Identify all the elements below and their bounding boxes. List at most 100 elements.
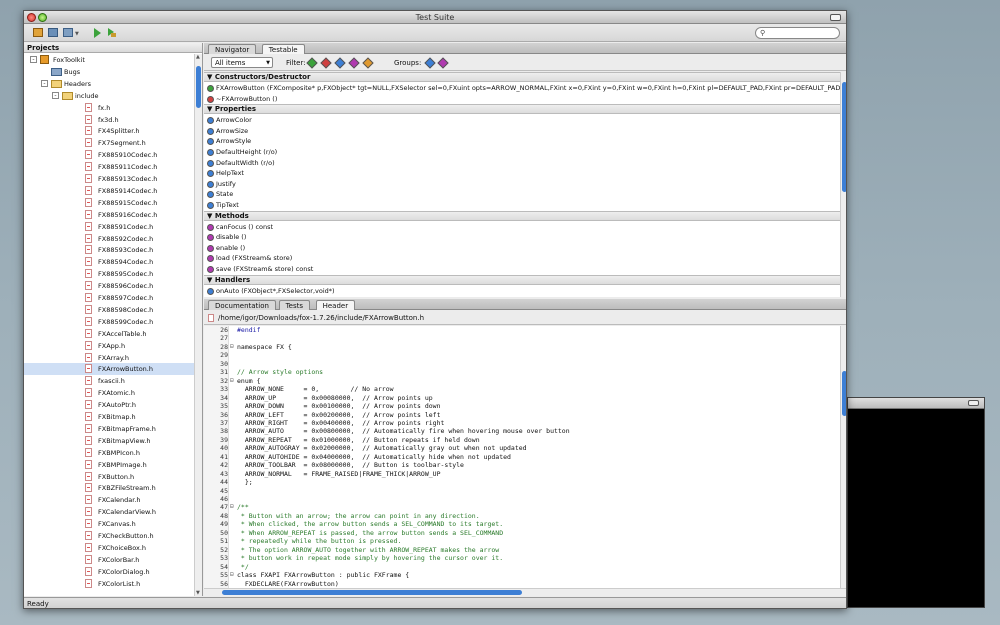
expand-toggle-icon[interactable]: - bbox=[41, 79, 48, 87]
group-a-icon[interactable] bbox=[424, 57, 436, 69]
property-item[interactable]: State bbox=[204, 189, 840, 199]
scroll-down-icon[interactable]: ▼ bbox=[196, 590, 200, 596]
tab-testable[interactable]: Testable bbox=[261, 44, 305, 54]
scroll-up-icon[interactable]: ▲ bbox=[196, 54, 200, 60]
tree-folder-item[interactable]: - include bbox=[24, 90, 194, 102]
tree-file-item[interactable]: fx3d.h bbox=[24, 114, 194, 126]
items-select[interactable]: All items ▼ bbox=[211, 57, 273, 68]
tab-navigator[interactable]: Navigator bbox=[208, 44, 257, 54]
filter-destructor-icon[interactable] bbox=[320, 57, 332, 69]
tab-documentation[interactable]: Documentation bbox=[208, 300, 276, 310]
tree-file-item[interactable]: FX7Segment.h bbox=[24, 137, 194, 149]
tree-file-item[interactable]: FX88598Codec.h bbox=[24, 304, 194, 316]
members-scrollbar[interactable] bbox=[840, 72, 846, 297]
save-icon[interactable] bbox=[63, 28, 73, 37]
step-run-icon[interactable] bbox=[108, 28, 118, 37]
tab-tests[interactable]: Tests bbox=[278, 300, 311, 310]
tree-file-item[interactable]: FX88591Codec.h bbox=[24, 221, 194, 233]
scrollbar-thumb[interactable] bbox=[196, 66, 201, 108]
code-scrollbar[interactable] bbox=[840, 326, 846, 588]
method-item[interactable]: disable () bbox=[204, 232, 840, 242]
section-header-handlers[interactable]: ▼ Handlers bbox=[204, 274, 840, 285]
tree-file-item[interactable]: FX885910Codec.h bbox=[24, 149, 194, 161]
scrollbar-thumb[interactable] bbox=[842, 82, 846, 192]
fold-toggle-icon[interactable]: ⊟ bbox=[230, 343, 234, 352]
group-b-icon[interactable] bbox=[437, 57, 449, 69]
property-item[interactable]: ArrowSize bbox=[204, 126, 840, 136]
tree-file-item[interactable]: FXCalendar.h bbox=[24, 494, 194, 506]
tree-file-item[interactable]: FX4Splitter.h bbox=[24, 125, 194, 137]
tree-file-item[interactable]: FX885916Codec.h bbox=[24, 209, 194, 221]
tree-folder-item[interactable]: Bugs bbox=[24, 66, 194, 78]
tree-file-item[interactable]: FX88593Codec.h bbox=[24, 244, 194, 256]
tree-file-item[interactable]: FXBitmapFrame.h bbox=[24, 423, 194, 435]
tree-file-item[interactable]: FX885915Codec.h bbox=[24, 197, 194, 209]
tree-folder-item[interactable]: - Headers bbox=[24, 78, 194, 90]
tab-header[interactable]: Header bbox=[315, 300, 356, 310]
tree-file-item[interactable]: FXAutoPtr.h bbox=[24, 399, 194, 411]
tree-file-item[interactable]: FX885911Codec.h bbox=[24, 161, 194, 173]
filter-handler-icon[interactable] bbox=[362, 57, 374, 69]
tree-file-item[interactable]: FXChoiceBox.h bbox=[24, 542, 194, 554]
constructor-item[interactable]: FXArrowButton (FXComposite* p,FXObject* … bbox=[204, 83, 840, 93]
section-header-properties[interactable]: ▼ Properties bbox=[204, 104, 840, 115]
code-editor[interactable]: 26 #endif 27 28 ⊟ namespace FX {29 30 31// Arro… bbox=[204, 326, 840, 588]
fold-toggle-icon[interactable]: ⊟ bbox=[230, 571, 234, 580]
method-item[interactable]: enable () bbox=[204, 243, 840, 253]
tree-file-item[interactable]: FXBMPIcon.h bbox=[24, 447, 194, 459]
run-icon[interactable] bbox=[94, 28, 101, 38]
background-window-titlebar[interactable] bbox=[848, 398, 984, 409]
property-item[interactable]: ArrowStyle bbox=[204, 136, 840, 146]
tree-folder-item[interactable]: - FoxToolkit bbox=[24, 54, 194, 66]
property-item[interactable]: DefaultHeight (r/o) bbox=[204, 147, 840, 157]
tree-file-item[interactable]: FX88597Codec.h bbox=[24, 292, 194, 304]
tree-file-item[interactable]: FXBitmap.h bbox=[24, 411, 194, 423]
maximize-icon[interactable] bbox=[830, 14, 841, 21]
tree-file-item[interactable]: FXCanvas.h bbox=[24, 518, 194, 530]
property-item[interactable]: ArrowColor bbox=[204, 115, 840, 125]
tree-file-item[interactable]: FX88596Codec.h bbox=[24, 280, 194, 292]
titlebar[interactable]: Test Suite bbox=[24, 11, 846, 24]
minimize-icon[interactable] bbox=[38, 13, 47, 22]
method-item[interactable]: save (FXStream& store) const bbox=[204, 264, 840, 274]
filter-property-icon[interactable] bbox=[334, 57, 346, 69]
section-header-constructors[interactable]: ▼ Constructors/Destructor bbox=[204, 72, 840, 82]
tree-file-item[interactable]: FX885914Codec.h bbox=[24, 185, 194, 197]
tree-file-item[interactable]: FXButton.h bbox=[24, 471, 194, 483]
fold-toggle-icon[interactable]: ⊟ bbox=[230, 503, 234, 512]
tree-file-item[interactable]: FXArray.h bbox=[24, 352, 194, 364]
tree-file-item[interactable]: FXCalendarView.h bbox=[24, 506, 194, 518]
property-item[interactable]: Justify bbox=[204, 179, 840, 189]
tree-file-item[interactable]: FX88594Codec.h bbox=[24, 256, 194, 268]
tree-file-item[interactable]: FX88592Codec.h bbox=[24, 233, 194, 245]
tree-file-item[interactable]: FXCheckButton.h bbox=[24, 530, 194, 542]
tree-file-item[interactable]: FX88599Codec.h bbox=[24, 316, 194, 328]
projects-scrollbar[interactable]: ▲ ▼ bbox=[194, 54, 202, 596]
tree-file-item[interactable]: FXAccelTable.h bbox=[24, 328, 194, 340]
property-item[interactable]: TipText bbox=[204, 200, 840, 210]
scrollbar-thumb[interactable] bbox=[842, 371, 846, 416]
expand-toggle-icon[interactable]: - bbox=[52, 91, 59, 99]
tree-file-item[interactable]: FXBZFileStream.h bbox=[24, 482, 194, 494]
method-item[interactable]: canFocus () const bbox=[204, 222, 840, 232]
method-item[interactable]: load (FXStream& store) bbox=[204, 253, 840, 263]
chevron-down-icon[interactable]: ▼ bbox=[75, 31, 79, 37]
fold-toggle-icon[interactable]: ⊟ bbox=[230, 377, 234, 386]
expand-toggle-icon[interactable]: - bbox=[30, 56, 37, 63]
tree-file-item[interactable]: FXBitmapView.h bbox=[24, 435, 194, 447]
maximize-icon[interactable] bbox=[968, 400, 979, 406]
constructor-item[interactable]: ~FXArrowButton () bbox=[204, 94, 840, 104]
filter-method-icon[interactable] bbox=[348, 57, 360, 69]
tree-file-item[interactable]: FXColorBar.h bbox=[24, 554, 194, 566]
tree-file-item[interactable]: FXBMPImage.h bbox=[24, 459, 194, 471]
code-horizontal-scrollbar[interactable] bbox=[204, 588, 846, 596]
section-header-methods[interactable]: ▼ Methods bbox=[204, 210, 840, 221]
tree-file-item[interactable]: FX885913Codec.h bbox=[24, 173, 194, 185]
tree-file-item[interactable]: FXColorList.h bbox=[24, 578, 194, 590]
folder-icon[interactable] bbox=[48, 28, 58, 37]
tree-file-item[interactable]: FXAtomic.h bbox=[24, 387, 194, 399]
close-icon[interactable] bbox=[27, 13, 36, 22]
filter-constructor-icon[interactable] bbox=[306, 57, 318, 69]
tree-file-item[interactable]: FXArrowButton.h bbox=[24, 363, 194, 376]
scrollbar-thumb[interactable] bbox=[222, 590, 522, 595]
